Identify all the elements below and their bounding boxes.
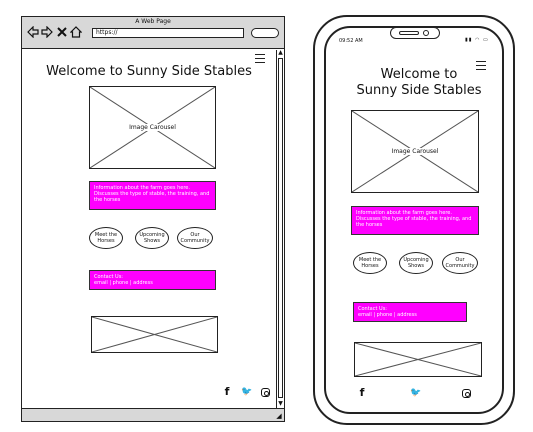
our-community-button[interactable]: Our Community bbox=[177, 227, 213, 249]
upcoming-shows-button[interactable]: Upcoming Shows bbox=[399, 252, 433, 274]
scroll-up-arrow-icon[interactable]: ▲ bbox=[277, 49, 284, 56]
meet-horses-button[interactable]: Meet the Horses bbox=[89, 227, 123, 249]
facebook-icon[interactable]: f bbox=[357, 387, 367, 399]
instagram-icon[interactable] bbox=[462, 389, 471, 398]
phone-page-content: Welcome to Sunny Side Stables Image Caro… bbox=[329, 31, 499, 409]
forward-arrow-icon[interactable] bbox=[41, 26, 53, 38]
window-title: A Web Page bbox=[135, 18, 171, 25]
footer-image bbox=[91, 316, 218, 353]
image-carousel[interactable]: Image Carousel bbox=[351, 110, 479, 193]
twitter-icon[interactable]: 🐦 bbox=[240, 386, 254, 398]
meet-horses-button[interactable]: Meet the Horses bbox=[353, 252, 387, 274]
title-line-1: Welcome to bbox=[380, 67, 458, 82]
phone-page-title: Welcome to Sunny Side Stables bbox=[339, 67, 499, 99]
twitter-icon[interactable]: 🐦 bbox=[409, 387, 423, 399]
carousel-label: Image Carousel bbox=[352, 148, 478, 155]
url-input[interactable]: https:// bbox=[92, 28, 244, 38]
hamburger-menu-icon[interactable] bbox=[255, 54, 265, 63]
browser-statusbar: ◢ bbox=[22, 408, 284, 421]
vertical-scrollbar[interactable]: ▲ ▼ bbox=[276, 49, 284, 408]
title-line-2: Sunny Side Stables bbox=[356, 83, 482, 98]
scroll-thumb[interactable] bbox=[278, 58, 283, 398]
contact-details: email | phone | address bbox=[358, 312, 417, 318]
back-arrow-icon[interactable] bbox=[27, 26, 39, 38]
resize-grip-icon[interactable]: ◢ bbox=[275, 412, 283, 420]
image-carousel[interactable]: Image Carousel bbox=[89, 86, 216, 169]
info-box: Information about the farm goes here. Di… bbox=[89, 181, 216, 210]
footer-image bbox=[354, 342, 482, 377]
close-x-icon[interactable] bbox=[56, 26, 68, 38]
scroll-down-arrow-icon[interactable]: ▼ bbox=[277, 400, 284, 407]
instagram-icon[interactable] bbox=[261, 388, 270, 397]
contact-details: email | phone | address bbox=[94, 280, 153, 286]
facebook-icon[interactable]: f bbox=[222, 386, 232, 398]
our-community-button[interactable]: Our Community bbox=[442, 252, 478, 274]
home-icon[interactable] bbox=[70, 26, 82, 38]
phone-frame: 09:52 AM ▮▮ ◠ ▭ Welcome to Sunny Side St… bbox=[313, 15, 515, 425]
contact-box: Contact Us: email | phone | address bbox=[89, 270, 216, 290]
search-input[interactable] bbox=[251, 28, 279, 38]
upcoming-shows-button[interactable]: Upcoming Shows bbox=[135, 227, 169, 249]
page-title: Welcome to Sunny Side Stables bbox=[46, 64, 252, 79]
browser-page-content: Welcome to Sunny Side Stables Image Caro… bbox=[22, 50, 276, 408]
contact-box: Contact Us: email | phone | address bbox=[353, 302, 467, 322]
browser-titlebar: A Web Page https:// bbox=[22, 17, 284, 49]
info-box: Information about the farm goes here. Di… bbox=[351, 206, 479, 235]
carousel-label: Image Carousel bbox=[90, 124, 215, 131]
browser-window: A Web Page https:// Welcome to Sunny Sid… bbox=[21, 16, 285, 422]
